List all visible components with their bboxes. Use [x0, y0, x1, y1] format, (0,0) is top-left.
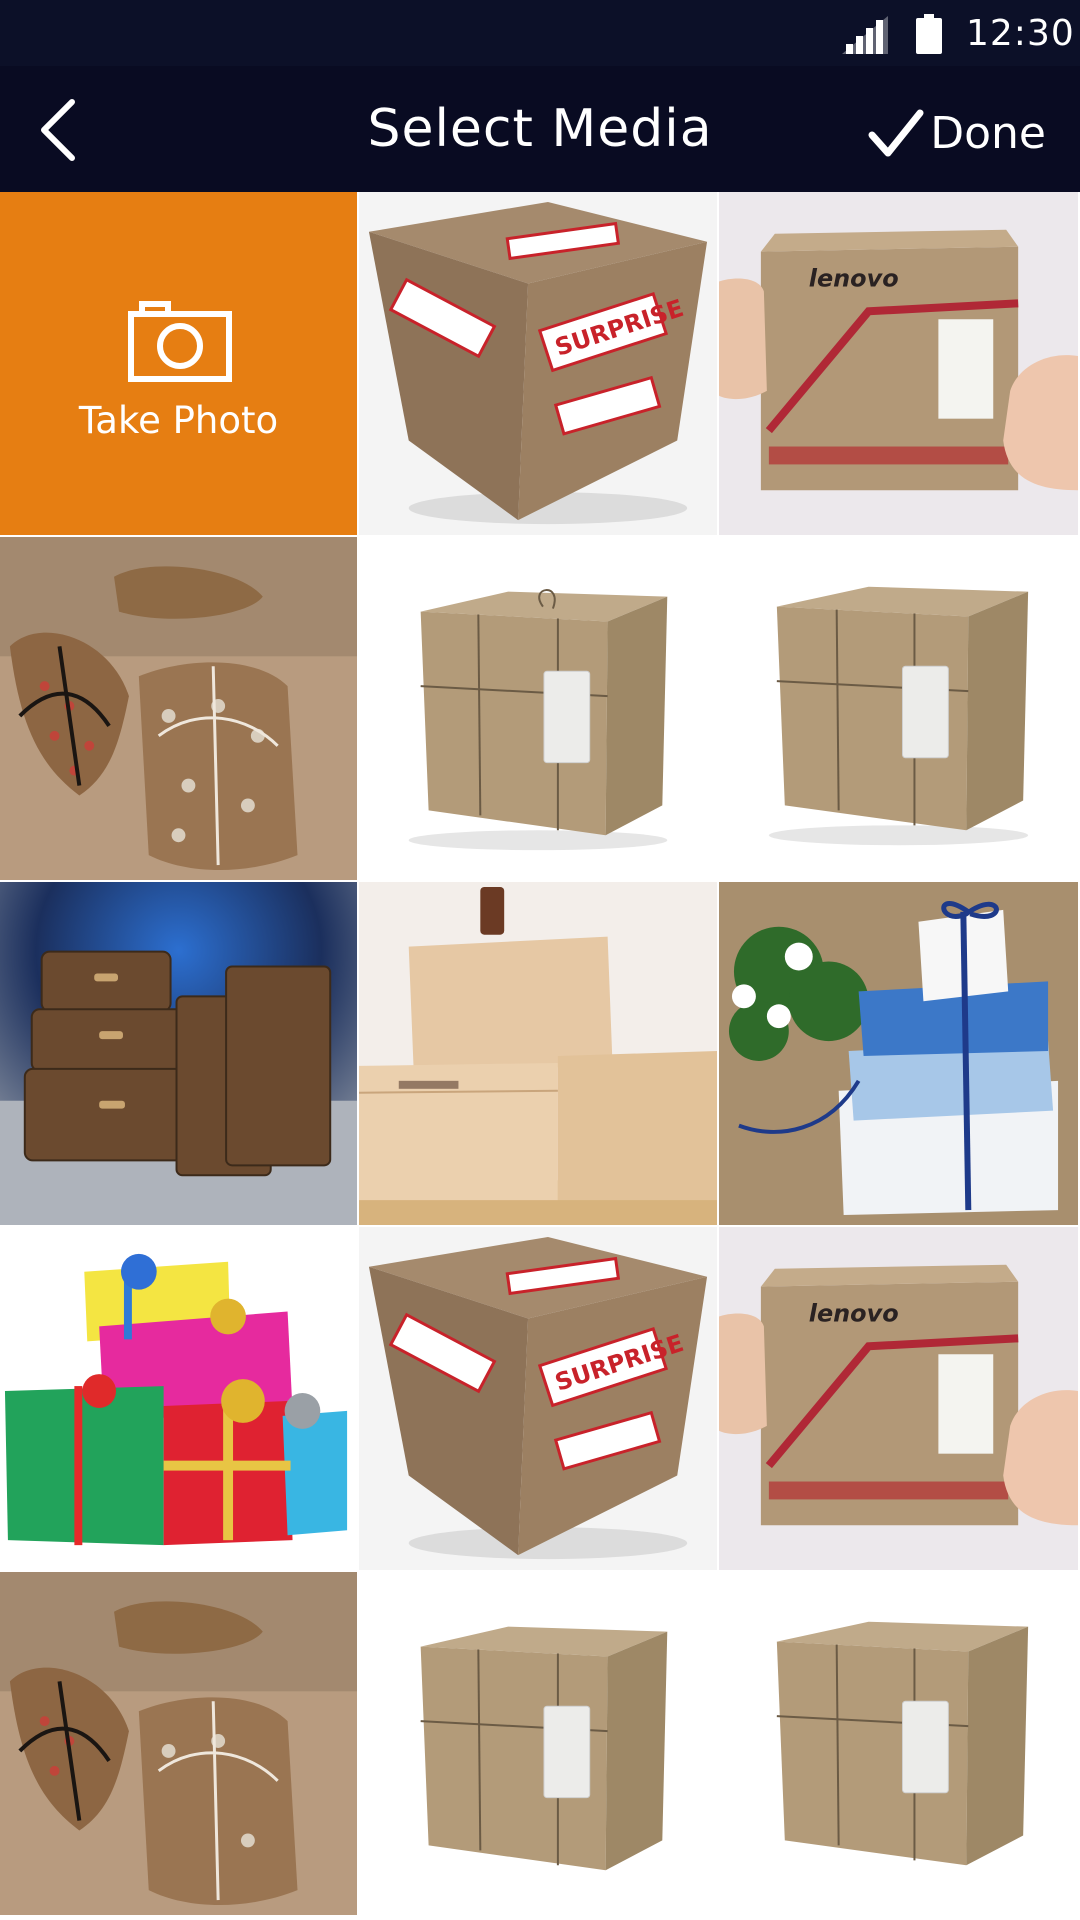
surprise-box-image: SURPRISE — [359, 192, 717, 535]
media-thumbnail[interactable] — [359, 882, 719, 1227]
done-label: Done — [930, 108, 1046, 159]
media-grid: Take Photo SURPRISE lenovo SURPRISE leno… — [0, 192, 1080, 1920]
pillow-gift-boxes-image — [0, 1572, 357, 1915]
media-thumbnail[interactable] — [719, 882, 1080, 1227]
app-bar: Select Media Done — [0, 66, 1080, 192]
media-thumbnail[interactable]: SURPRISE — [359, 1227, 719, 1572]
surprise-box-image: SURPRISE — [359, 1227, 717, 1570]
media-thumbnail[interactable]: lenovo — [719, 192, 1080, 537]
cardboard-boxes-image — [359, 882, 717, 1225]
done-button[interactable]: Done — [868, 104, 1046, 164]
media-thumbnail[interactable]: lenovo — [719, 1227, 1080, 1572]
vintage-trunks-image — [0, 882, 357, 1225]
media-thumbnail[interactable] — [719, 1572, 1080, 1917]
take-photo-tile[interactable]: Take Photo — [0, 192, 359, 537]
media-thumbnail[interactable]: SURPRISE — [359, 192, 719, 537]
media-thumbnail[interactable] — [0, 882, 359, 1227]
lenovo-box-image: lenovo — [719, 192, 1078, 535]
media-thumbnail[interactable] — [0, 1572, 359, 1917]
signal-icon — [842, 16, 888, 54]
take-photo-label: Take Photo — [78, 399, 279, 442]
camera-icon — [128, 301, 232, 382]
svg-text:lenovo: lenovo — [809, 264, 899, 292]
battery-icon — [916, 14, 942, 54]
kraft-parcel-image — [359, 537, 717, 880]
lenovo-box-image: lenovo — [719, 1227, 1078, 1570]
status-time: 12:30 — [966, 13, 1075, 54]
pillow-gift-boxes-image — [0, 537, 357, 880]
kraft-parcel-image — [719, 1572, 1078, 1915]
media-thumbnail[interactable] — [0, 1227, 359, 1572]
media-thumbnail[interactable] — [359, 1572, 719, 1917]
colorful-gifts-image — [0, 1227, 357, 1570]
checkmark-icon — [868, 109, 924, 157]
media-thumbnail[interactable] — [359, 537, 719, 882]
media-thumbnail[interactable] — [719, 537, 1080, 882]
media-thumbnail[interactable] — [0, 537, 359, 882]
svg-text:lenovo: lenovo — [809, 1299, 899, 1327]
kraft-parcel-image — [359, 1572, 717, 1915]
blue-gifts-flowers-image — [719, 882, 1078, 1225]
kraft-parcel-image — [719, 537, 1078, 880]
status-bar: 12:30 — [0, 0, 1080, 66]
